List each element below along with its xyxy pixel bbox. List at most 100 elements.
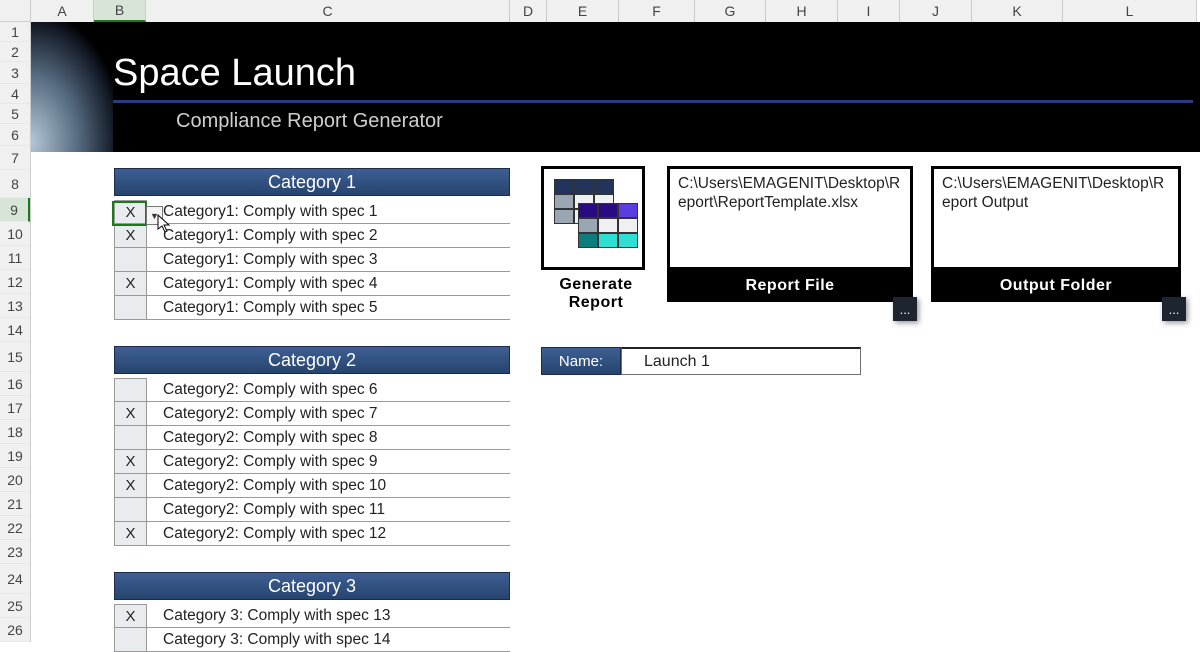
spec-row: Category2: Comply with spec 8: [114, 426, 510, 450]
row-header-21[interactable]: 21: [0, 492, 30, 516]
spec-text: Category2: Comply with spec 9: [147, 450, 510, 474]
spec-text: Category2: Comply with spec 8: [147, 426, 510, 450]
column-header-H[interactable]: H: [766, 0, 838, 22]
comply-checkbox[interactable]: [114, 378, 147, 402]
spec-row: Category2: Comply with spec 11: [114, 498, 510, 522]
column-header-D[interactable]: D: [510, 0, 547, 22]
row-header-2[interactable]: 2: [0, 42, 30, 62]
comply-checkbox[interactable]: X: [114, 474, 147, 498]
active-cell[interactable]: [112, 201, 147, 226]
row-header-3[interactable]: 3: [0, 62, 30, 84]
row-header-5[interactable]: 5: [0, 104, 30, 124]
comply-checkbox[interactable]: X: [114, 450, 147, 474]
column-header-A[interactable]: A: [31, 0, 94, 22]
spec-text: Category2: Comply with spec 11: [147, 498, 510, 522]
spec-row: XCategory2: Comply with spec 7: [114, 402, 510, 426]
comply-checkbox[interactable]: X: [114, 402, 147, 426]
column-header-G[interactable]: G: [695, 0, 766, 22]
dropdown-arrow-icon[interactable]: ▼: [146, 206, 163, 225]
comply-checkbox[interactable]: X: [114, 272, 147, 296]
spec-row: Category1: Comply with spec 5: [114, 296, 510, 320]
row-header-6[interactable]: 6: [0, 124, 30, 146]
row-header-4[interactable]: 4: [0, 84, 30, 104]
output-folder-label: Output Folder: [931, 270, 1181, 302]
comply-checkbox[interactable]: [114, 628, 147, 652]
output-folder-box: C:\Users\EMAGENIT\Desktop\Report Output …: [931, 166, 1181, 302]
spec-text: Category2: Comply with spec 12: [147, 522, 510, 546]
browse-report-file-button[interactable]: ...: [893, 297, 917, 321]
spec-text: Category2: Comply with spec 10: [147, 474, 510, 498]
category-header: Category 3: [114, 572, 510, 600]
name-input[interactable]: Launch 1: [621, 347, 861, 375]
generate-report-button[interactable]: Generate Report: [541, 166, 651, 319]
row-header-8[interactable]: 8: [0, 170, 30, 198]
comply-checkbox[interactable]: X: [114, 224, 147, 248]
spec-row: XCategory 3: Comply with spec 13: [114, 604, 510, 628]
spec-text: Category1: Comply with spec 2: [147, 224, 510, 248]
row-header-14[interactable]: 14: [0, 318, 30, 342]
select-all-corner[interactable]: [0, 0, 31, 22]
comply-checkbox[interactable]: X: [114, 522, 147, 546]
column-header-C[interactable]: C: [146, 0, 510, 22]
row-header-23[interactable]: 23: [0, 540, 30, 564]
row-header-12[interactable]: 12: [0, 270, 30, 294]
column-header-J[interactable]: J: [900, 0, 972, 22]
row-header-15[interactable]: 15: [0, 342, 30, 372]
banner-title: Space Launch: [113, 52, 356, 95]
column-header-L[interactable]: L: [1063, 0, 1197, 22]
row-header-19[interactable]: 19: [0, 444, 30, 468]
column-header-I[interactable]: I: [838, 0, 900, 22]
spec-text: Category2: Comply with spec 6: [147, 378, 510, 402]
column-header-K[interactable]: K: [972, 0, 1063, 22]
row-header-26[interactable]: 26: [0, 618, 30, 642]
banner-subtitle: Compliance Report Generator: [176, 110, 443, 133]
report-file-box: C:\Users\EMAGENIT\Desktop\Report\ReportT…: [667, 166, 913, 302]
spec-row: XCategory2: Comply with spec 10: [114, 474, 510, 498]
name-value-text: Launch 1: [644, 353, 710, 371]
row-header-24[interactable]: 24: [0, 564, 30, 594]
comply-checkbox[interactable]: [114, 426, 147, 450]
spec-row: Category1: Comply with spec 3: [114, 248, 510, 272]
spec-text: Category1: Comply with spec 1: [147, 200, 510, 224]
spec-row: XCategory1: Comply with spec 1: [114, 200, 510, 224]
row-header-1[interactable]: 1: [0, 22, 30, 42]
generate-report-label: Generate Report: [541, 270, 651, 319]
spec-text: Category1: Comply with spec 3: [147, 248, 510, 272]
earth-image: [31, 22, 113, 152]
report-file-path: C:\Users\EMAGENIT\Desktop\Report\ReportT…: [670, 169, 910, 218]
comply-checkbox[interactable]: X: [114, 604, 147, 628]
row-header-11[interactable]: 11: [0, 246, 30, 270]
row-header-22[interactable]: 22: [0, 516, 30, 540]
comply-checkbox[interactable]: [114, 248, 147, 272]
column-header-B[interactable]: B: [94, 0, 146, 22]
row-header-18[interactable]: 18: [0, 420, 30, 444]
row-header-16[interactable]: 16: [0, 372, 30, 396]
column-headers: ABCDEFGHIJKL: [31, 0, 1197, 22]
row-header-25[interactable]: 25: [0, 594, 30, 618]
banner-divider: [113, 100, 1193, 103]
spec-text: Category 3: Comply with spec 13: [147, 604, 510, 628]
column-header-F[interactable]: F: [619, 0, 695, 22]
output-folder-path: C:\Users\EMAGENIT\Desktop\Report Output: [934, 169, 1178, 218]
spec-row: Category 3: Comply with spec 14: [114, 628, 510, 652]
spec-text: Category1: Comply with spec 5: [147, 296, 510, 320]
column-header-E[interactable]: E: [547, 0, 619, 22]
category-header: Category 2: [114, 346, 510, 374]
row-headers: 1234567891011121314151617181920212223242…: [0, 22, 31, 642]
row-header-7[interactable]: 7: [0, 146, 30, 170]
row-header-20[interactable]: 20: [0, 468, 30, 492]
row-header-17[interactable]: 17: [0, 396, 30, 420]
name-label: Name:: [541, 347, 621, 375]
report-icon: [550, 175, 642, 273]
spec-text: Category1: Comply with spec 4: [147, 272, 510, 296]
banner: Space Launch Compliance Report Generator: [31, 22, 1200, 152]
comply-checkbox[interactable]: [114, 498, 147, 522]
spec-text: Category 3: Comply with spec 14: [147, 628, 510, 652]
row-header-10[interactable]: 10: [0, 222, 30, 246]
spec-text: Category2: Comply with spec 7: [147, 402, 510, 426]
comply-checkbox[interactable]: [114, 296, 147, 320]
row-header-13[interactable]: 13: [0, 294, 30, 318]
row-header-9[interactable]: 9: [0, 198, 30, 222]
browse-output-folder-button[interactable]: ...: [1162, 297, 1186, 321]
spec-row: XCategory2: Comply with spec 12: [114, 522, 510, 546]
